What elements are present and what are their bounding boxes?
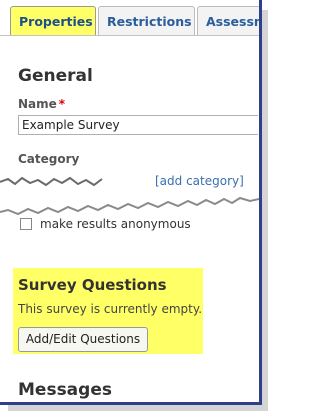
tab-properties[interactable]: Properties bbox=[10, 6, 96, 36]
messages-heading: Messages bbox=[18, 380, 112, 400]
anonymous-checkbox[interactable] bbox=[20, 218, 32, 230]
tab-divider bbox=[0, 35, 259, 36]
name-input[interactable]: Example Survey bbox=[18, 115, 258, 135]
tab-assessment[interactable]: Assessm bbox=[197, 6, 259, 36]
name-label: Name bbox=[18, 97, 57, 111]
add-category-link[interactable]: [add category] bbox=[155, 174, 244, 188]
frame-shadow-bottom bbox=[8, 405, 268, 411]
tab-bar: Properties Restrictions Assessm bbox=[0, 0, 259, 36]
survey-questions-heading: Survey Questions bbox=[18, 276, 167, 294]
survey-empty-text: This survey is currently empty. bbox=[18, 302, 203, 316]
add-edit-questions-button[interactable]: Add/Edit Questions bbox=[18, 327, 148, 352]
survey-editor-panel: Properties Restrictions Assessm General … bbox=[0, 0, 262, 405]
frame-shadow-right bbox=[262, 10, 268, 408]
general-heading: General bbox=[18, 66, 93, 86]
anonymous-label: make results anonymous bbox=[40, 217, 191, 231]
category-label: Category bbox=[18, 152, 80, 166]
tab-restrictions[interactable]: Restrictions bbox=[98, 6, 195, 36]
required-marker: * bbox=[58, 97, 66, 111]
name-label-row: Name * bbox=[18, 97, 65, 111]
